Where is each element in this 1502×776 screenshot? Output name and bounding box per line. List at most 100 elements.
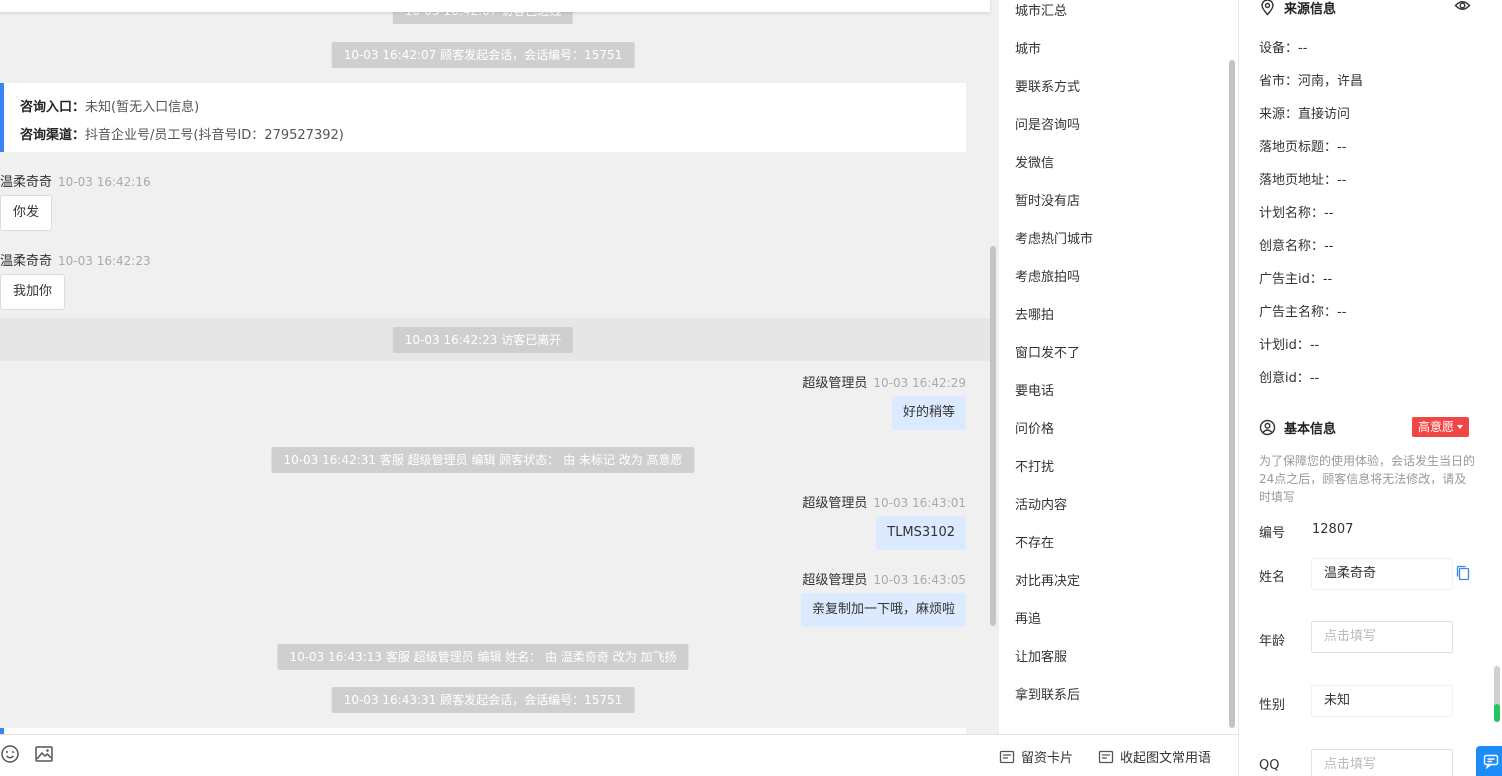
source-row-advertiser-id: 广告主id：-- (1259, 272, 1333, 287)
eye-icon[interactable] (1454, 0, 1471, 14)
gender-field[interactable]: 未知 (1311, 685, 1453, 717)
gender-label: 性别 (1259, 698, 1286, 713)
message-meta: 超级管理员 10-03 16:43:01 (802, 492, 966, 511)
quick-reply-item[interactable]: 不存在 (1015, 532, 1054, 551)
collapse-phrases-label: 收起图文常用语 (1120, 751, 1212, 766)
image-icon[interactable] (34, 744, 54, 764)
quick-reply-item[interactable]: 活动内容 (1015, 494, 1067, 513)
sender-name: 超级管理员 (802, 496, 868, 511)
sender-name: 温柔奇奇 (0, 254, 53, 269)
edit-notice: 为了保障您的使用体验，会话发生当日的24点之后，顾客信息将无法修改，请及时填写 (1259, 454, 1476, 504)
location-pin-icon (1261, 0, 1274, 16)
basic-info-header: 基本信息 (1259, 418, 1336, 437)
copy-icon[interactable] (1455, 565, 1471, 581)
info-scrollbar[interactable] (1494, 666, 1500, 722)
source-row-region: 省市：河南，许昌 (1259, 74, 1364, 89)
quick-reply-item[interactable]: 窗口发不了 (1015, 342, 1080, 361)
quick-reply-item[interactable]: 要联系方式 (1015, 76, 1080, 95)
quick-reply-item[interactable]: 去哪拍 (1015, 304, 1054, 323)
caret-down-icon (1457, 425, 1464, 429)
chat-header-bar (0, 0, 990, 12)
quick-reply-item[interactable]: 城市汇总 (1015, 0, 1067, 19)
quick-reply-item[interactable]: 问是咨询吗 (1015, 114, 1080, 133)
source-row-plan-id: 计划id：-- (1259, 338, 1320, 353)
quick-reply-item[interactable]: 发微信 (1015, 152, 1054, 171)
quick-reply-scrollbar[interactable] (1229, 60, 1235, 728)
quick-reply-list: 城市汇总 城市 要联系方式 问是咨询吗 发微信 暂时没有店 考虑热门城市 考虑旅… (998, 0, 1238, 734)
entry-label: 咨询入口： (20, 100, 86, 115)
smiley-icon[interactable] (0, 744, 20, 764)
visitor-message-bubble[interactable]: 你发 (0, 195, 53, 231)
qq-field[interactable]: 点击填写 (1311, 749, 1453, 776)
quick-reply-item[interactable]: 问价格 (1015, 418, 1054, 437)
message-meta: 温柔奇奇 10-03 16:42:23 (0, 250, 151, 269)
intent-status-dropdown[interactable]: 高意愿 (1412, 417, 1470, 437)
source-row-plan-name: 计划名称：-- (1259, 206, 1334, 221)
user-circle-icon (1259, 419, 1276, 436)
basic-info-title: 基本信息 (1284, 422, 1337, 437)
message-time: 10-03 16:42:29 (873, 376, 966, 390)
message-meta: 超级管理员 10-03 16:43:05 (802, 569, 966, 588)
channel-label: 咨询渠道： (20, 128, 86, 143)
chat-bubble-icon (1483, 754, 1499, 769)
quick-reply-item[interactable]: 拿到联系后 (1015, 684, 1080, 703)
system-message: 10-03 16:42:23 访客已离开 (392, 327, 574, 353)
visitor-message-bubble[interactable]: 我加你 (0, 274, 66, 310)
chat-scrollbar[interactable] (990, 246, 996, 626)
quick-reply-item[interactable]: 城市 (1015, 38, 1041, 57)
system-message: 10-03 16:42:07 顾客发起会话，会话编号：15751 (331, 42, 635, 68)
source-row-advertiser-name: 广告主名称：-- (1259, 305, 1347, 320)
lead-card-label: 留资卡片 (1021, 751, 1074, 766)
intent-status-label: 高意愿 (1418, 420, 1455, 434)
system-message: 10-03 16:42:31 客服 超级管理员 编辑 顾客状态： 由 未标记 改… (271, 447, 695, 473)
age-label: 年龄 (1259, 634, 1286, 649)
quick-reply-item[interactable]: 要电话 (1015, 380, 1054, 399)
message-meta: 超级管理员 10-03 16:42:29 (802, 372, 966, 391)
source-row-source: 来源：直接访问 (1259, 107, 1351, 122)
quick-reply-item[interactable]: 不打扰 (1015, 456, 1054, 475)
quick-reply-item[interactable]: 再追 (1015, 608, 1041, 627)
source-info-title: 来源信息 (1284, 2, 1337, 17)
sender-name: 超级管理员 (802, 376, 868, 391)
age-field[interactable]: 点击填写 (1311, 621, 1453, 653)
quick-reply-item[interactable]: 考虑旅拍吗 (1015, 266, 1080, 285)
message-time: 10-03 16:43:05 (873, 573, 966, 587)
quick-reply-item[interactable]: 暂时没有店 (1015, 190, 1080, 209)
consult-entry-card: 咨询入口：未知(暂无入口信息) 咨询渠道：抖音企业号/员工号(抖音号ID：279… (0, 83, 966, 152)
customer-info-panel: 来源信息 设备：-- 省市：河南，许昌 来源：直接访问 落地页标题：-- 落地页… (1238, 0, 1502, 776)
collapse-phrases-button[interactable]: 收起图文常用语 (1098, 747, 1211, 766)
sender-name: 超级管理员 (802, 573, 868, 588)
quick-reply-item[interactable]: 让加客服 (1015, 646, 1067, 665)
name-field[interactable]: 温柔奇奇 (1311, 558, 1453, 590)
sender-name: 温柔奇奇 (0, 175, 53, 190)
source-info-header: 来源信息 (1259, 0, 1336, 17)
quick-reply-item[interactable]: 对比再决定 (1015, 570, 1080, 589)
id-label: 编号 (1259, 526, 1286, 541)
message-time: 10-03 16:43:01 (873, 496, 966, 510)
message-icon (1098, 750, 1114, 763)
scroll-indicator (1494, 704, 1500, 722)
source-row-device: 设备：-- (1259, 41, 1308, 56)
message-meta: 温柔奇奇 10-03 16:42:16 (0, 171, 151, 190)
chat-history[interactable]: 10-03 16:42:07 访客已进线 10-03 16:42:07 顾客发起… (0, 0, 998, 734)
input-toolbar: 留资卡片 收起图文常用语 (0, 734, 1238, 776)
agent-message-bubble[interactable]: TLMS3102 (876, 516, 966, 550)
agent-message-bubble[interactable]: 亲复制加一下哦，麻烦啦 (800, 593, 966, 627)
qq-label: QQ (1259, 758, 1280, 773)
message-time: 10-03 16:42:23 (58, 254, 151, 268)
source-row-creative-name: 创意名称：-- (1259, 239, 1334, 254)
system-message: 10-03 16:43:31 顾客发起会话，会话编号：15751 (331, 687, 635, 713)
source-row-landing-title: 落地页标题：-- (1259, 140, 1347, 155)
system-message: 10-03 16:43:13 客服 超级管理员 编辑 姓名： 由 温柔奇奇 改为… (277, 644, 689, 670)
name-label: 姓名 (1259, 570, 1286, 585)
entry-value: 未知(暂无入口信息) (85, 100, 200, 115)
lead-card-button[interactable]: 留资卡片 (999, 747, 1073, 766)
chat-float-button[interactable] (1476, 746, 1502, 776)
message-time: 10-03 16:42:16 (58, 175, 151, 189)
agent-message-bubble[interactable]: 好的稍等 (891, 396, 966, 430)
card-icon (999, 750, 1015, 763)
source-row-creative-id: 创意id：-- (1259, 371, 1320, 386)
quick-reply-item[interactable]: 考虑热门城市 (1015, 228, 1093, 247)
channel-value: 抖音企业号/员工号(抖音号ID：279527392) (85, 128, 344, 143)
id-value: 12807 (1312, 522, 1354, 537)
